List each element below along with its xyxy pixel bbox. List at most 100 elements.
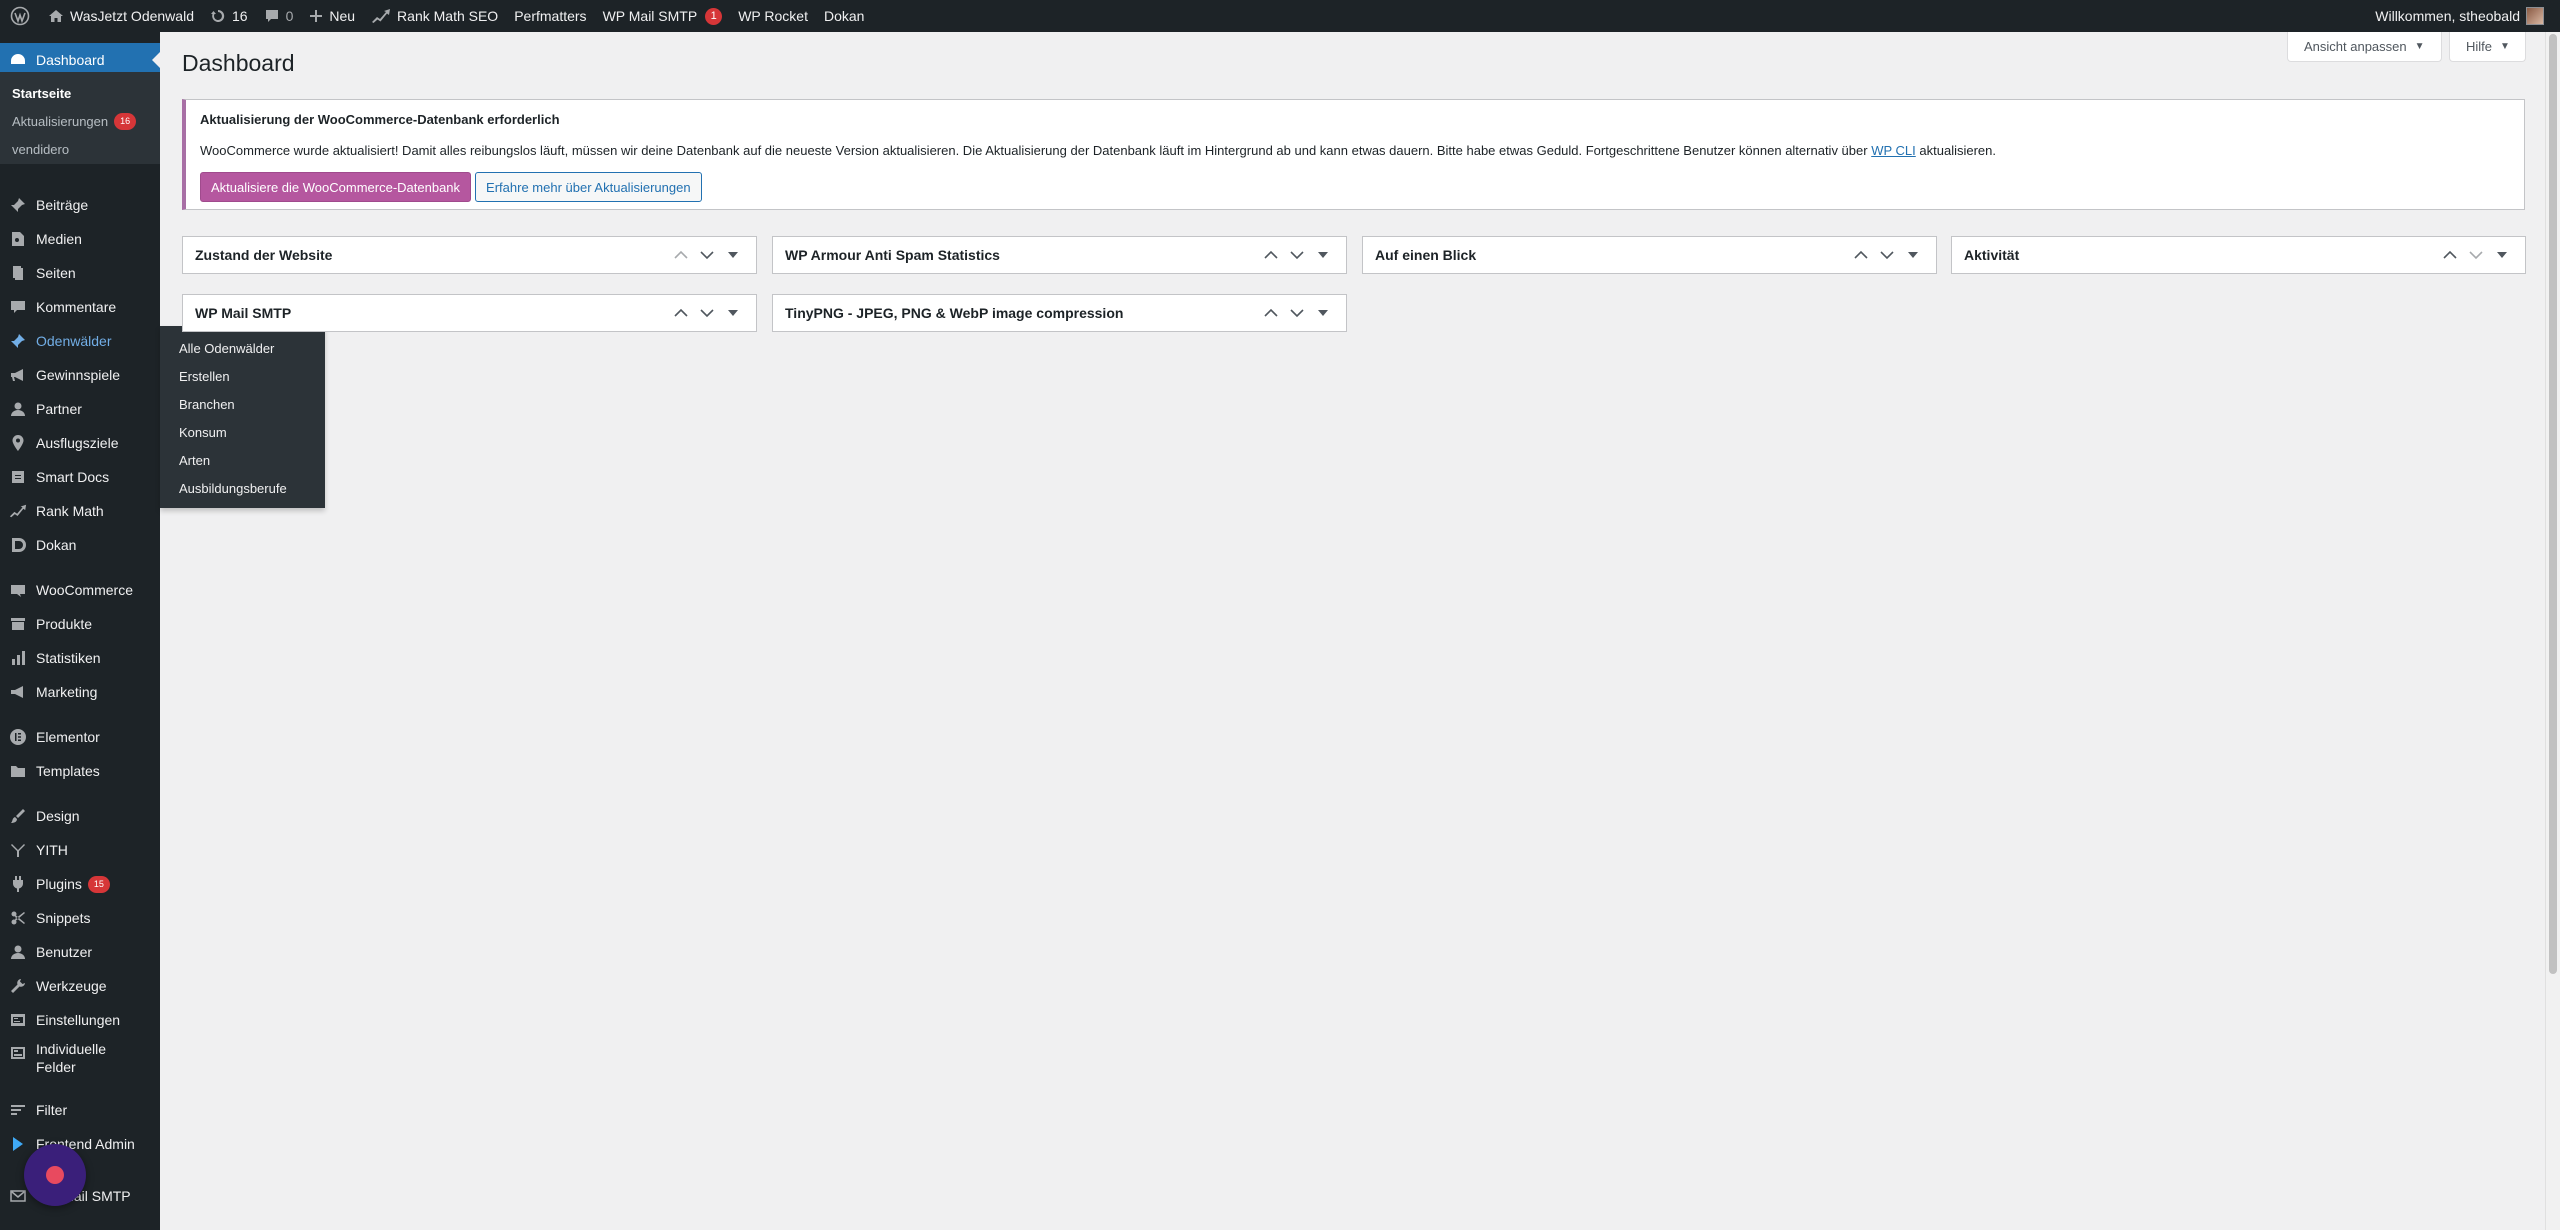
- menu-snippets[interactable]: Snippets: [0, 901, 160, 935]
- move-up-icon[interactable]: [1258, 295, 1284, 331]
- dashboard-submenu: Startseite Aktualisierungen 16 vendidero: [0, 72, 160, 164]
- new-content-link[interactable]: Neu: [301, 0, 363, 32]
- move-down-icon[interactable]: [1874, 237, 1900, 273]
- widget-at-a-glance[interactable]: Auf einen Blick: [1362, 236, 1937, 274]
- menu-elementor[interactable]: Elementor: [0, 720, 160, 754]
- move-up-icon[interactable]: [1258, 237, 1284, 273]
- flyout-branchen[interactable]: Branchen: [160, 390, 325, 418]
- toggle-panel-icon[interactable]: [720, 295, 746, 331]
- menu-produkte[interactable]: Produkte: [0, 607, 160, 641]
- menu-yith[interactable]: YITH: [0, 833, 160, 867]
- help-button[interactable]: Hilfe ▼: [2449, 32, 2526, 62]
- menu-ausflugsziele[interactable]: Ausflugsziele: [0, 426, 160, 460]
- menu-statistiken[interactable]: Statistiken: [0, 641, 160, 675]
- updates-badge: 16: [114, 112, 137, 130]
- screen-options-button[interactable]: Ansicht anpassen ▼: [2287, 32, 2442, 62]
- submenu-startseite[interactable]: Startseite: [0, 79, 160, 107]
- pages-icon: [0, 264, 36, 282]
- menu-plugins[interactable]: Plugins 15: [0, 867, 160, 901]
- flyout-alle-odenwaelder[interactable]: Alle Odenwälder: [160, 334, 325, 362]
- menu-einstellungen[interactable]: Einstellungen: [0, 1003, 160, 1037]
- floating-record-button[interactable]: [24, 1144, 86, 1206]
- new-label: Neu: [329, 8, 356, 24]
- dokan-link[interactable]: Dokan: [816, 0, 872, 32]
- menu-design[interactable]: Design: [0, 799, 160, 833]
- flyout-ausbildungsberufe[interactable]: Ausbildungsberufe: [160, 474, 325, 502]
- move-down-icon[interactable]: [694, 295, 720, 331]
- scrollbar-thumb[interactable]: [2549, 34, 2557, 974]
- flyout-arten[interactable]: Arten: [160, 446, 325, 474]
- rankmath-menu-icon: [0, 503, 36, 519]
- flyout-konsum[interactable]: Konsum: [160, 418, 325, 446]
- move-down-icon[interactable]: [694, 237, 720, 273]
- wp-cli-link[interactable]: WP CLI: [1871, 143, 1916, 158]
- notice-text: WooCommerce wurde aktualisiert! Damit al…: [200, 143, 1996, 158]
- comments-link[interactable]: 0: [256, 0, 302, 32]
- move-down-icon[interactable]: [1284, 237, 1310, 273]
- move-up-icon[interactable]: [668, 295, 694, 331]
- widget-wp-armour[interactable]: WP Armour Anti Spam Statistics: [772, 236, 1347, 274]
- menu-gewinnspiele[interactable]: Gewinnspiele: [0, 358, 160, 392]
- learn-more-button[interactable]: Erfahre mehr über Aktualisierungen: [475, 172, 702, 202]
- woocommerce-update-notice: Aktualisierung der WooCommerce-Datenbank…: [182, 99, 2525, 210]
- users-icon: [0, 943, 36, 961]
- frontend-admin-icon: [0, 1135, 36, 1153]
- menu-rankmath[interactable]: Rank Math: [0, 494, 160, 528]
- move-up-icon[interactable]: [2437, 237, 2463, 273]
- menu-kommentare[interactable]: Kommentare: [0, 290, 160, 324]
- menu-partner[interactable]: Partner: [0, 392, 160, 426]
- widget-tinypng[interactable]: TinyPNG - JPEG, PNG & WebP image compres…: [772, 294, 1347, 332]
- site-name-link[interactable]: WasJetzt Odenwald: [40, 0, 202, 32]
- wpmail-link[interactable]: WP Mail SMTP 1: [595, 0, 731, 32]
- rankmath-icon: [371, 8, 391, 24]
- odenwaelder-flyout-menu: Alle Odenwälder Erstellen Branchen Konsu…: [160, 326, 325, 508]
- comment-icon: [264, 8, 280, 24]
- perfmatters-label: Perfmatters: [514, 8, 587, 24]
- toggle-panel-icon[interactable]: [2489, 237, 2515, 273]
- menu-filter[interactable]: Filter: [0, 1093, 160, 1127]
- move-down-icon[interactable]: [1284, 295, 1310, 331]
- toggle-panel-icon[interactable]: [1310, 295, 1336, 331]
- scissors-icon: [0, 909, 36, 927]
- move-up-icon[interactable]: [1848, 237, 1874, 273]
- widget-wp-mail-smtp[interactable]: WP Mail SMTP: [182, 294, 757, 332]
- menu-templates[interactable]: Templates: [0, 754, 160, 788]
- toggle-panel-icon[interactable]: [1900, 237, 1926, 273]
- menu-medien[interactable]: Medien: [0, 222, 160, 256]
- menu-benutzer[interactable]: Benutzer: [0, 935, 160, 969]
- menu-seiten[interactable]: Seiten: [0, 256, 160, 290]
- rankmath-link[interactable]: Rank Math SEO: [363, 0, 506, 32]
- flyout-erstellen[interactable]: Erstellen: [160, 362, 325, 390]
- toggle-panel-icon[interactable]: [720, 237, 746, 273]
- submenu-vendidero[interactable]: vendidero: [0, 135, 160, 163]
- perfmatters-link[interactable]: Perfmatters: [506, 0, 594, 32]
- admin-sidebar: Dashboard Startseite Aktualisierungen 16…: [0, 32, 160, 1230]
- menu-dokan[interactable]: Dokan: [0, 528, 160, 562]
- wrench-icon: [0, 977, 36, 995]
- yith-icon: [0, 841, 36, 859]
- move-up-icon[interactable]: [668, 237, 694, 273]
- wordpress-logo-icon[interactable]: [0, 0, 40, 32]
- menu-werkzeuge[interactable]: Werkzeuge: [0, 969, 160, 1003]
- wprocket-link[interactable]: WP Rocket: [730, 0, 816, 32]
- page-scrollbar[interactable]: [2545, 32, 2560, 1230]
- plugins-icon: [0, 875, 36, 893]
- pin-icon: [0, 196, 36, 214]
- account-menu[interactable]: Willkommen, stheobald: [2375, 7, 2560, 25]
- widget-activity[interactable]: Aktivität: [1951, 236, 2526, 274]
- update-database-button[interactable]: Aktualisiere die WooCommerce-Datenbank: [200, 172, 472, 202]
- menu-marketing[interactable]: Marketing: [0, 675, 160, 709]
- toggle-panel-icon[interactable]: [1310, 237, 1336, 273]
- submenu-updates[interactable]: Aktualisierungen 16: [0, 107, 160, 135]
- menu-woocommerce[interactable]: WooCommerce: [0, 573, 160, 607]
- menu-odenwaelder[interactable]: Odenwälder: [0, 324, 160, 358]
- updates-link[interactable]: 16: [202, 0, 256, 32]
- menu-smartdocs[interactable]: Smart Docs: [0, 460, 160, 494]
- menu-beitraege[interactable]: Beiträge: [0, 188, 160, 222]
- wpmail-badge: 1: [705, 7, 723, 25]
- caret-down-icon: ▼: [2414, 41, 2425, 52]
- widget-site-health[interactable]: Zustand der Website: [182, 236, 757, 274]
- move-down-icon[interactable]: [2463, 237, 2489, 273]
- menu-individuelle-felder[interactable]: Individuelle Felder: [0, 1040, 160, 1084]
- fields-icon: [0, 1040, 36, 1062]
